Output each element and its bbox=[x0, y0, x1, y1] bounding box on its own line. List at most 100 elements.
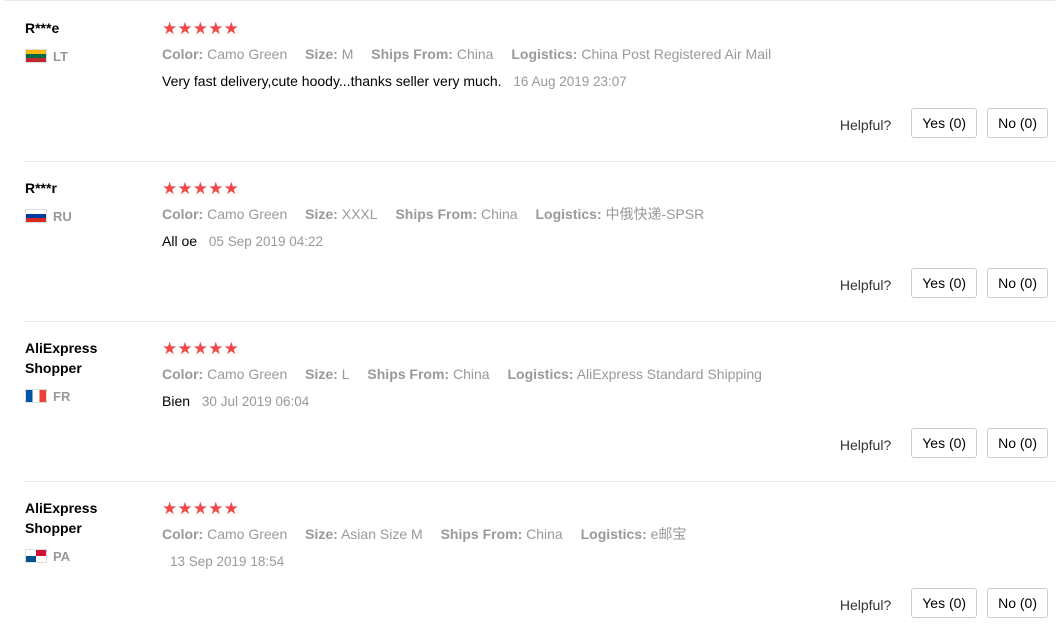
review-content: 13 Sep 2019 18:54 bbox=[162, 552, 284, 571]
size-label: Size: bbox=[305, 206, 338, 222]
ships-from-value: China bbox=[481, 206, 518, 222]
review-text: Very fast delivery,cute hoody...thanks s… bbox=[162, 73, 502, 89]
sku-info: Color: Camo Green Size: L Ships From: Ch… bbox=[162, 365, 776, 383]
lithuania-flag-icon bbox=[25, 49, 47, 63]
review-content: Very fast delivery,cute hoody...thanks s… bbox=[162, 72, 627, 91]
color-label: Color: bbox=[162, 526, 204, 542]
star-icon: ★ bbox=[177, 179, 193, 198]
logistics-value: e邮宝 bbox=[650, 526, 687, 542]
panama-flag-icon bbox=[25, 549, 47, 563]
review-content: Bien 30 Jul 2019 06:04 bbox=[162, 392, 309, 411]
helpful-no-button[interactable]: No (0) bbox=[987, 588, 1048, 618]
star-icon: ★ bbox=[223, 179, 239, 198]
star-rating: ★ ★ ★ ★ ★ bbox=[162, 20, 239, 38]
color-label: Color: bbox=[162, 206, 204, 222]
helpful-no-button[interactable]: No (0) bbox=[987, 428, 1048, 458]
buyer-country: PA bbox=[25, 548, 70, 564]
feedback-list: R***e LT ★ ★ ★ ★ ★ Color: Camo Green Siz… bbox=[0, 0, 1060, 621]
logistics-value: China Post Registered Air Mail bbox=[581, 46, 772, 62]
ships-from-value: China bbox=[456, 46, 494, 62]
size-value: M bbox=[341, 46, 354, 62]
helpful-yes-button[interactable]: Yes (0) bbox=[911, 428, 978, 458]
helpful-vote: Helpful? Yes (0) No (0) bbox=[840, 268, 1048, 298]
review-content: All oe 05 Sep 2019 04:22 bbox=[162, 232, 323, 251]
russia-flag-icon bbox=[25, 209, 47, 223]
ships-from-value: China bbox=[452, 366, 490, 382]
helpful-vote: Helpful? Yes (0) No (0) bbox=[840, 428, 1048, 458]
helpful-yes-button[interactable]: Yes (0) bbox=[911, 108, 978, 138]
france-flag-icon bbox=[25, 389, 47, 403]
size-value: Asian Size M bbox=[340, 526, 423, 542]
buyer-name: AliExpress Shopper bbox=[25, 340, 98, 376]
star-icon: ★ bbox=[177, 19, 193, 38]
review-date: 05 Sep 2019 04:22 bbox=[208, 234, 324, 249]
star-icon: ★ bbox=[208, 499, 224, 518]
review-date: 13 Sep 2019 18:54 bbox=[170, 554, 285, 569]
feedback-item: R***e LT ★ ★ ★ ★ ★ Color: Camo Green Siz… bbox=[0, 2, 1060, 162]
feedback-item: AliExpress Shopper PA ★ ★ ★ ★ ★ Color: C… bbox=[0, 482, 1060, 642]
buyer-name: AliExpress Shopper bbox=[25, 500, 98, 536]
buyer-country: LT bbox=[25, 48, 68, 64]
helpful-label: Helpful? bbox=[839, 117, 892, 133]
star-rating: ★ ★ ★ ★ ★ bbox=[162, 180, 239, 198]
size-label: Size: bbox=[305, 46, 338, 62]
size-value: L bbox=[341, 366, 350, 382]
ships-from-value: China bbox=[526, 526, 563, 542]
helpful-label: Helpful? bbox=[839, 277, 892, 293]
star-icon: ★ bbox=[208, 19, 224, 38]
color-value: Camo Green bbox=[207, 526, 288, 542]
country-code: FR bbox=[53, 388, 71, 404]
size-value: XXXL bbox=[341, 206, 378, 222]
sku-info: Color: Camo Green Size: XXXL Ships From:… bbox=[162, 205, 718, 223]
star-icon: ★ bbox=[192, 179, 209, 198]
ships-from-label: Ships From: bbox=[371, 46, 453, 62]
logistics-value: 中俄快递-SPSR bbox=[605, 206, 705, 222]
color-value: Camo Green bbox=[207, 366, 288, 382]
logistics-value: AliExpress Standard Shipping bbox=[576, 366, 762, 382]
buyer-name: R***e bbox=[25, 20, 60, 36]
star-icon: ★ bbox=[177, 339, 193, 358]
helpful-no-button[interactable]: No (0) bbox=[987, 268, 1048, 298]
helpful-label: Helpful? bbox=[839, 437, 892, 453]
helpful-label: Helpful? bbox=[839, 597, 892, 613]
buyer-name: R***r bbox=[25, 180, 57, 196]
star-icon: ★ bbox=[192, 19, 209, 38]
country-code: PA bbox=[53, 548, 71, 564]
feedback-item: R***r RU ★ ★ ★ ★ ★ Color: Camo Green Siz… bbox=[0, 162, 1060, 322]
size-label: Size: bbox=[305, 366, 338, 382]
star-icon: ★ bbox=[177, 499, 193, 518]
star-rating: ★ ★ ★ ★ ★ bbox=[162, 500, 239, 518]
star-icon: ★ bbox=[223, 499, 239, 518]
ships-from-label: Ships From: bbox=[367, 366, 450, 382]
star-icon: ★ bbox=[192, 339, 209, 358]
buyer-country: RU bbox=[25, 208, 72, 224]
color-value: Camo Green bbox=[207, 206, 288, 222]
star-icon: ★ bbox=[223, 19, 239, 38]
helpful-vote: Helpful? Yes (0) No (0) bbox=[840, 108, 1048, 138]
star-icon: ★ bbox=[192, 499, 209, 518]
sku-info: Color: Camo Green Size: Asian Size M Shi… bbox=[162, 525, 700, 543]
sku-info: Color: Camo Green Size: M Ships From: Ch… bbox=[162, 45, 785, 63]
color-label: Color: bbox=[162, 366, 204, 382]
logistics-label: Logistics: bbox=[535, 206, 602, 222]
helpful-yes-button[interactable]: Yes (0) bbox=[911, 588, 978, 618]
star-icon: ★ bbox=[162, 179, 178, 198]
review-date: 16 Aug 2019 23:07 bbox=[513, 74, 627, 89]
helpful-yes-button[interactable]: Yes (0) bbox=[911, 268, 978, 298]
helpful-no-button[interactable]: No (0) bbox=[987, 108, 1048, 138]
color-value: Camo Green bbox=[207, 46, 288, 62]
feedback-item: AliExpress Shopper FR ★ ★ ★ ★ ★ Color: C… bbox=[0, 322, 1060, 482]
logistics-label: Logistics: bbox=[580, 526, 647, 542]
country-code: RU bbox=[53, 208, 72, 224]
review-text: All oe bbox=[162, 233, 198, 249]
size-label: Size: bbox=[305, 526, 338, 542]
review-date: 30 Jul 2019 06:04 bbox=[201, 394, 310, 409]
star-icon: ★ bbox=[162, 499, 178, 518]
star-icon: ★ bbox=[223, 339, 239, 358]
logistics-label: Logistics: bbox=[507, 366, 574, 382]
logistics-label: Logistics: bbox=[511, 46, 578, 62]
star-icon: ★ bbox=[208, 179, 224, 198]
buyer-country: FR bbox=[25, 388, 70, 404]
helpful-vote: Helpful? Yes (0) No (0) bbox=[840, 588, 1048, 618]
ships-from-label: Ships From: bbox=[440, 526, 523, 542]
